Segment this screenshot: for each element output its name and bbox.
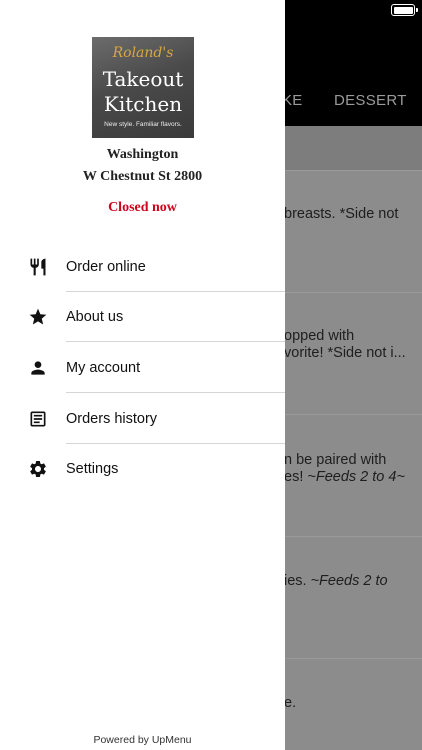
item-description: n be paired with	[284, 452, 387, 468]
logo-tagline: New style. Familiar flavors.	[104, 121, 182, 128]
menu-label: My account	[66, 360, 141, 376]
receipt-icon	[30, 411, 46, 427]
gear-icon	[30, 461, 46, 477]
logo-line1: Takeout	[102, 67, 184, 91]
logo-line2: Kitchen	[103, 92, 183, 116]
menu-item-orders-history[interactable]: Orders history	[0, 394, 285, 444]
restaurant-logo: Roland's Takeout Kitchen New style. Fami…	[92, 37, 194, 138]
divider	[66, 341, 285, 342]
menu-item-order-online[interactable]: Order online	[0, 242, 285, 292]
battery-icon	[391, 4, 418, 16]
tab-cake[interactable]: KE	[282, 92, 303, 109]
item-description: vorite! *Side not i...	[284, 345, 406, 361]
item-description: breasts. *Side not	[284, 206, 399, 222]
item-description: opped with	[284, 328, 355, 344]
powered-by-footer[interactable]: Powered by UpMenu	[0, 734, 285, 746]
person-icon	[31, 361, 45, 375]
menu-label: Settings	[66, 461, 119, 477]
menu-label: Orders history	[66, 411, 158, 427]
item-description: es! ~Feeds 2 to 4~	[284, 469, 405, 485]
menu-item-about-us[interactable]: About us	[0, 292, 285, 342]
restaurant-city: Washington	[106, 147, 179, 162]
fork-knife-icon	[30, 258, 46, 276]
menu-label: About us	[66, 309, 124, 325]
tab-dessert[interactable]: DESSERT	[334, 92, 407, 109]
menu-item-settings[interactable]: Settings	[0, 444, 285, 494]
menu-item-my-account[interactable]: My account	[0, 343, 285, 393]
item-description: e.	[284, 695, 297, 711]
logo-script: Roland's	[112, 45, 174, 61]
restaurant-address: W Chestnut St 2800	[82, 169, 203, 184]
item-description: ies. ~Feeds 2 to	[284, 573, 388, 589]
star-icon	[29, 308, 47, 325]
divider	[66, 392, 285, 393]
menu-label: Order online	[66, 259, 146, 275]
open-status: Closed now	[108, 200, 177, 215]
navigation-drawer: Roland's Takeout Kitchen New style. Fami…	[0, 0, 285, 750]
